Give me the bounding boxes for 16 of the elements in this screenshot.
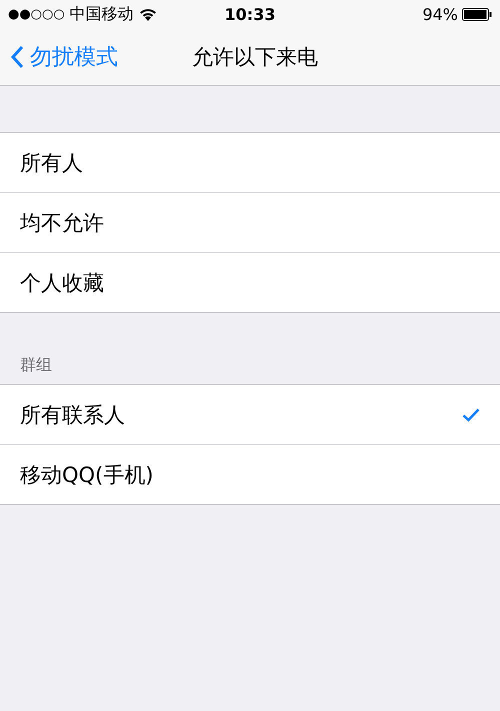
page-title: 允许以下来电: [192, 44, 318, 70]
chevron-left-icon: [10, 44, 24, 68]
signal-strength: ●●○○○: [8, 6, 65, 22]
battery-percent: 94%: [422, 4, 458, 24]
section-header: 群组: [20, 355, 52, 374]
option-row[interactable]: 所有联系人: [0, 385, 500, 444]
wifi-icon: [138, 8, 157, 20]
option-row[interactable]: 移动QQ(手机): [0, 444, 500, 504]
carrier-name: 中国移动: [70, 4, 134, 24]
status-time: 10:33: [224, 4, 276, 24]
checkmark-icon: [462, 408, 480, 422]
option-row[interactable]: 个人收藏: [0, 252, 500, 312]
option-row[interactable]: 均不允许: [0, 192, 500, 252]
back-button[interactable]: 勿扰模式: [10, 42, 118, 72]
option-row[interactable]: 所有人: [0, 133, 500, 192]
battery-icon: [462, 8, 492, 20]
